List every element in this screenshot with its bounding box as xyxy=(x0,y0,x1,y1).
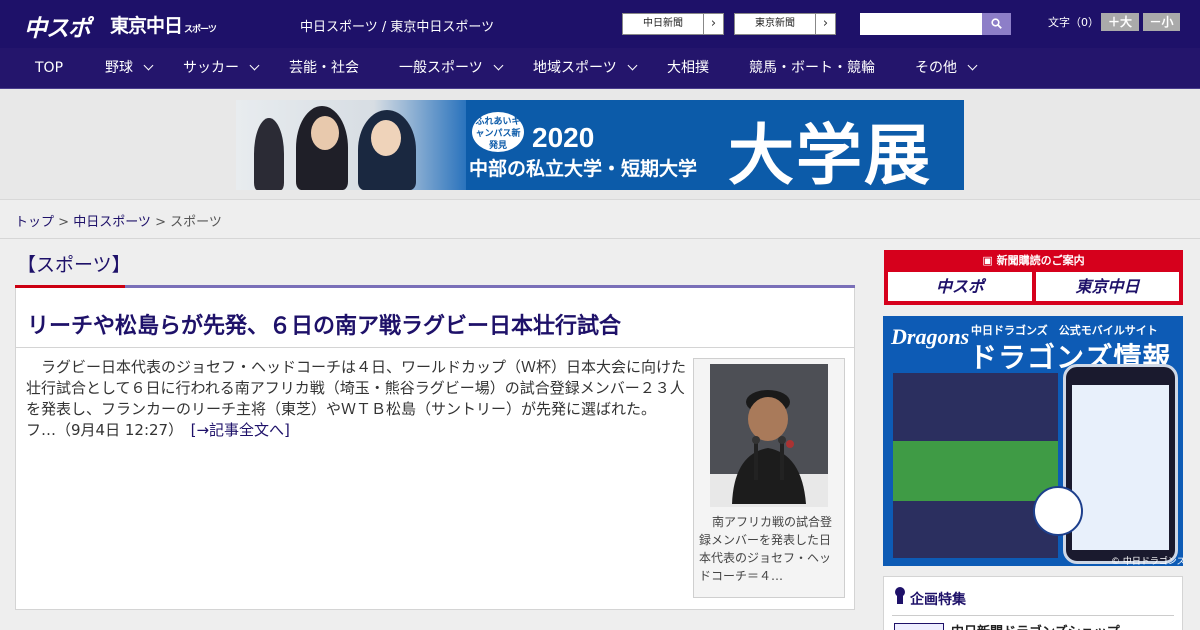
nav-item-sumo[interactable]: 大相撲 xyxy=(667,48,709,89)
banner-face xyxy=(371,120,401,156)
chunichi-shimbun-link[interactable]: 中日新聞 › xyxy=(622,13,724,35)
search-button[interactable] xyxy=(982,13,1011,35)
tokyo-logo-small: スポーツ xyxy=(184,25,217,35)
breadcrumb: トップ > 中日スポーツ > スポーツ xyxy=(15,211,222,230)
feature-box: 企画特集 中日新聞ドラゴンズショップ xyxy=(883,576,1183,630)
nav-label: 競馬・ボート・競輪 xyxy=(749,60,875,76)
article-photo-box: 南アフリカ戦の試合登録メンバーを発表した日本代表のジョセフ・ヘッドコーチ＝４… xyxy=(693,358,845,598)
banner-badge: ふれあいキャンパス新発見 xyxy=(470,110,526,154)
nav-label: 地域スポーツ xyxy=(533,60,617,76)
font-smaller-button[interactable]: －小 xyxy=(1143,13,1180,31)
banner-area: ふれあいキャンパス新発見 2020 中部の私立大学・短期大学 大学展 xyxy=(0,89,1200,200)
tokyo-logo-text: 東京中日 xyxy=(110,15,183,37)
search-icon xyxy=(991,18,1002,29)
banner-face xyxy=(311,116,339,150)
chevron-down-icon xyxy=(493,60,504,71)
font-size-label: 文字（0） xyxy=(1048,16,1099,29)
baseball-field-graphic xyxy=(893,441,1058,501)
site-title: 中日スポーツ / 東京中日スポーツ xyxy=(300,20,495,35)
nav-label: 一般スポーツ xyxy=(399,60,483,76)
subscription-title: ▣ 新聞購読のご案内 xyxy=(884,252,1183,268)
subscribe-chuspo-logo[interactable]: 中スポ xyxy=(888,272,1032,301)
newspaper-icon: ▣ xyxy=(982,254,997,267)
tokyo-shimbun-link[interactable]: 東京新聞 › xyxy=(734,13,836,35)
site-header: 中スポ 東京中日 スポーツ 中日スポーツ / 東京中日スポーツ 中日新聞 › 東京… xyxy=(0,0,1200,48)
mascot-graphic xyxy=(1033,486,1083,536)
tokyo-shimbun-label: 東京新聞 xyxy=(755,18,795,29)
university-fair-banner[interactable]: ふれあいキャンパス新発見 2020 中部の私立大学・短期大学 大学展 xyxy=(236,100,964,190)
dragons-mobile-ad[interactable]: Dragons 中日ドラゴンズ 公式モバイルサイト ドラゴンズ情報 © 中日ドラ… xyxy=(883,316,1183,566)
banner-big-text: 大学展 xyxy=(728,117,932,190)
phone-screen xyxy=(1072,385,1169,550)
dragons-copyright: © 中日ドラゴンズ xyxy=(1111,557,1183,566)
nav-item-racing[interactable]: 競馬・ボート・競輪 xyxy=(749,48,875,89)
chevron-down-icon xyxy=(249,60,260,71)
medal-icon xyxy=(895,587,905,604)
article-summary: ラグビー日本代表のジョセフ・ヘッドコーチは４日、ワールドカップ（Ｗ杯）日本大会に… xyxy=(26,357,686,441)
nav-item-entertainment[interactable]: 芸能・社会 xyxy=(289,48,359,89)
nav-label: 大相撲 xyxy=(667,60,709,76)
breadcrumb-home[interactable]: トップ xyxy=(15,215,54,230)
font-larger-button[interactable]: ＋大 xyxy=(1101,13,1139,31)
breadcrumb-separator: > xyxy=(54,215,74,230)
subscribe-tokyo-logo[interactable]: 東京中日 xyxy=(1036,272,1179,301)
nav-item-general-sports[interactable]: 一般スポーツ xyxy=(399,48,504,89)
banner-year: 2020 xyxy=(532,122,595,153)
article-photo[interactable] xyxy=(710,364,828,507)
photo-caption: 南アフリカ戦の試合登録メンバーを発表した日本代表のジョセフ・ヘッドコーチ＝４… xyxy=(699,515,833,583)
subscription-title-text: 新聞購読のご案内 xyxy=(996,254,1085,267)
nav-label: 芸能・社会 xyxy=(289,60,359,76)
divider xyxy=(892,615,1174,616)
chevron-down-icon xyxy=(967,60,978,71)
chevron-down-icon xyxy=(143,60,154,71)
chuspo-logo[interactable]: 中スポ xyxy=(24,9,91,43)
coach-photo-illustration xyxy=(710,364,828,507)
breadcrumb-current: スポーツ xyxy=(170,215,222,230)
banner-photo xyxy=(236,100,466,190)
banner-subtitle: 中部の私立大学・短期大学 xyxy=(469,158,698,180)
nav-label: 野球 xyxy=(105,60,133,76)
chevron-right-icon: › xyxy=(815,14,835,34)
nav-label: TOP xyxy=(35,60,64,76)
nav-item-top[interactable]: TOP xyxy=(35,48,63,89)
main-nav: TOP 野球 サッカー 芸能・社会 一般スポーツ 地域スポーツ 大相撲 競馬・ボ… xyxy=(0,48,1200,89)
read-more-link[interactable]: [→記事全文へ] xyxy=(191,421,290,439)
section-title: 【スポーツ】 xyxy=(17,254,131,276)
nav-item-regional-sports[interactable]: 地域スポーツ xyxy=(533,48,638,89)
nav-label: その他 xyxy=(915,60,957,76)
article-headline[interactable]: リーチや松島らが先発、６日の南ア戦ラグビー日本壮行試合 xyxy=(27,308,621,340)
chevron-down-icon xyxy=(627,60,638,71)
chevron-right-icon: › xyxy=(703,14,723,34)
breadcrumb-section[interactable]: 中日スポーツ xyxy=(73,215,151,230)
feature-item-link[interactable]: 中日新聞ドラゴンズショップ xyxy=(951,621,1120,630)
nav-label: サッカー xyxy=(183,60,239,76)
dragons-logo: Dragons xyxy=(891,324,970,349)
article-body: ラグビー日本代表のジョセフ・ヘッドコーチは４日、ワールドカップ（Ｗ杯）日本大会に… xyxy=(26,358,687,439)
divider xyxy=(16,347,854,348)
feature-title: 企画特集 xyxy=(910,592,966,608)
search-input[interactable] xyxy=(860,13,982,35)
nav-item-baseball[interactable]: 野球 xyxy=(105,48,154,89)
smartphone-graphic xyxy=(1063,364,1178,564)
chunichi-shimbun-label: 中日新聞 xyxy=(643,18,683,29)
banner-person xyxy=(254,118,284,190)
subscription-box[interactable]: ▣ 新聞購読のご案内 中スポ 東京中日 xyxy=(884,250,1183,305)
article-card: リーチや松島らが先発、６日の南ア戦ラグビー日本壮行試合 ラグビー日本代表のジョセ… xyxy=(15,288,855,610)
feature-thumbnail[interactable] xyxy=(894,623,944,630)
breadcrumb-separator: > xyxy=(150,215,171,230)
nav-item-soccer[interactable]: サッカー xyxy=(183,48,260,89)
tokyo-chunichi-logo[interactable]: 東京中日 スポーツ xyxy=(110,11,217,38)
divider xyxy=(0,238,1200,239)
nav-item-other[interactable]: その他 xyxy=(915,48,978,89)
